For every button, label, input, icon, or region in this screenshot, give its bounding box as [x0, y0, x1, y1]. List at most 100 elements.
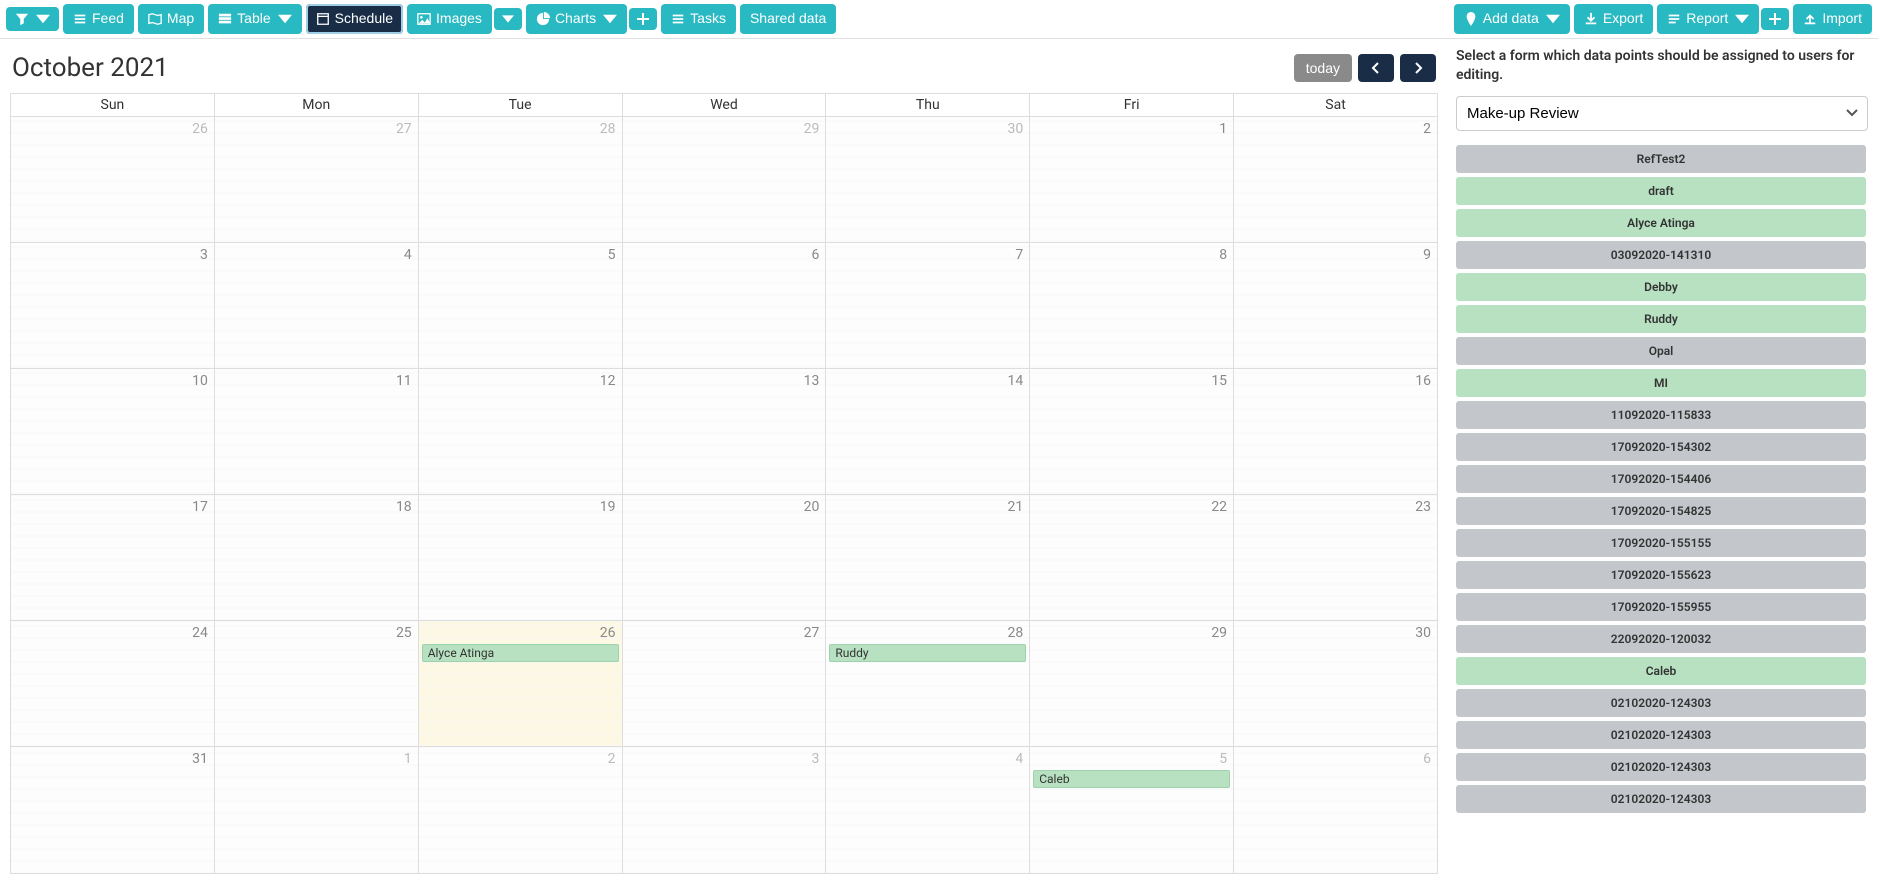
calendar-event[interactable]: Ruddy	[829, 644, 1026, 662]
datapoint-item[interactable]: Debby	[1456, 273, 1866, 301]
form-select[interactable]: Make-up Review	[1456, 96, 1868, 131]
images-dropdown-button[interactable]	[494, 8, 522, 30]
calendar-day-number: 19	[600, 499, 616, 515]
datapoint-item[interactable]: 03092020-141310	[1456, 241, 1866, 269]
datapoint-item[interactable]: Alyce Atinga	[1456, 209, 1866, 237]
calendar-day-number: 21	[1007, 499, 1023, 515]
calendar-day-cell[interactable]: 6	[1234, 747, 1438, 873]
calendar-day-number: 2	[608, 751, 616, 767]
datapoint-item[interactable]: 02102020-124303	[1456, 785, 1866, 813]
map-button[interactable]: Map	[138, 4, 204, 34]
next-month-button[interactable]	[1400, 54, 1436, 82]
tasks-label: Tasks	[690, 9, 726, 29]
calendar-day-cell[interactable]: 27	[622, 621, 826, 747]
calendar-day-cell[interactable]: 2	[1234, 116, 1438, 242]
datapoint-item[interactable]: 17092020-154825	[1456, 497, 1866, 525]
calendar-day-cell[interactable]: 30	[1234, 621, 1438, 747]
calendar-day-cell[interactable]: 11	[214, 368, 418, 494]
import-button[interactable]: Import	[1793, 4, 1872, 34]
calendar-day-cell[interactable]: 8	[1030, 242, 1234, 368]
table-button[interactable]: Table	[208, 4, 301, 34]
datapoint-item[interactable]: draft	[1456, 177, 1866, 205]
calendar-day-cell[interactable]: 31	[11, 747, 215, 873]
datapoint-list[interactable]: RefTest2 draft Alyce Atinga 03092020-141310…	[1456, 145, 1868, 874]
images-button[interactable]: Images	[407, 4, 492, 34]
calendar-day-cell[interactable]: 20	[622, 495, 826, 621]
calendar-day-cell[interactable]: 24	[11, 621, 215, 747]
datapoint-item[interactable]: RefTest2	[1456, 145, 1866, 173]
datapoint-item[interactable]: 17092020-155955	[1456, 593, 1866, 621]
filter-button[interactable]	[6, 7, 59, 31]
shared-data-button[interactable]: Shared data	[740, 4, 836, 34]
datapoint-item[interactable]: 22092020-120032	[1456, 625, 1866, 653]
datapoint-item[interactable]: 17092020-154302	[1456, 433, 1866, 461]
calendar-day-number: 3	[200, 247, 208, 263]
caret-down-icon	[36, 12, 50, 26]
calendar-day-cell[interactable]: 26Alyce Atinga	[418, 621, 622, 747]
calendar-day-cell[interactable]: 29	[622, 116, 826, 242]
datapoint-item[interactable]: Opal	[1456, 337, 1866, 365]
calendar-day-cell[interactable]: 4	[826, 747, 1030, 873]
datapoint-item[interactable]: 17092020-154406	[1456, 465, 1866, 493]
calendar-day-cell[interactable]: 26	[11, 116, 215, 242]
tasks-button[interactable]: Tasks	[661, 4, 736, 34]
calendar-day-cell[interactable]: 12	[418, 368, 622, 494]
calendar-day-cell[interactable]: 14	[826, 368, 1030, 494]
tasks-icon	[671, 12, 685, 26]
export-button[interactable]: Export	[1574, 4, 1653, 34]
add-report-button[interactable]	[1761, 8, 1789, 30]
calendar-day-number: 1	[1219, 121, 1227, 137]
feed-button[interactable]: Feed	[63, 4, 134, 34]
calendar-day-cell[interactable]: 22	[1030, 495, 1234, 621]
calendar-day-cell[interactable]: 1	[1030, 116, 1234, 242]
calendar-day-cell[interactable]: 10	[11, 368, 215, 494]
calendar-day-cell[interactable]: 4	[214, 242, 418, 368]
calendar-day-cell[interactable]: 29	[1030, 621, 1234, 747]
calendar-day-cell[interactable]: 1	[214, 747, 418, 873]
calendar-day-cell[interactable]: 17	[11, 495, 215, 621]
report-button[interactable]: Report	[1657, 4, 1759, 34]
calendar-event[interactable]: Caleb	[1033, 770, 1230, 788]
calendar-day-cell[interactable]: 5	[418, 242, 622, 368]
datapoint-item[interactable]: Ruddy	[1456, 305, 1866, 333]
caret-down-icon	[1546, 12, 1560, 26]
charts-button[interactable]: Charts	[526, 4, 627, 34]
calendar-day-cell[interactable]: 3	[11, 242, 215, 368]
calendar-day-cell[interactable]: 27	[214, 116, 418, 242]
calendar-day-number: 6	[812, 247, 820, 263]
calendar-day-cell[interactable]: 30	[826, 116, 1030, 242]
calendar-day-cell[interactable]: 15	[1030, 368, 1234, 494]
datapoint-item[interactable]: 02102020-124303	[1456, 689, 1866, 717]
calendar-event[interactable]: Alyce Atinga	[422, 644, 619, 662]
calendar-day-cell[interactable]: 6	[622, 242, 826, 368]
report-label: Report	[1686, 9, 1728, 29]
add-chart-button[interactable]	[629, 8, 657, 30]
calendar-day-cell[interactable]: 28	[418, 116, 622, 242]
calendar-day-cell[interactable]: 28Ruddy	[826, 621, 1030, 747]
calendar-day-cell[interactable]: 13	[622, 368, 826, 494]
calendar-day-cell[interactable]: 3	[622, 747, 826, 873]
schedule-button[interactable]: Schedule	[306, 4, 403, 34]
calendar-day-cell[interactable]: 25	[214, 621, 418, 747]
add-data-button[interactable]: Add data	[1454, 4, 1570, 34]
datapoint-item[interactable]: Caleb	[1456, 657, 1866, 685]
datapoint-item[interactable]: 02102020-124303	[1456, 753, 1866, 781]
calendar-day-cell[interactable]: 21	[826, 495, 1030, 621]
pin-icon	[1464, 12, 1478, 26]
calendar-day-cell[interactable]: 2	[418, 747, 622, 873]
datapoint-item[interactable]: 17092020-155623	[1456, 561, 1866, 589]
calendar-day-cell[interactable]: 18	[214, 495, 418, 621]
prev-month-button[interactable]	[1358, 54, 1394, 82]
datapoint-item[interactable]: 02102020-124303	[1456, 721, 1866, 749]
calendar-day-cell[interactable]: 16	[1234, 368, 1438, 494]
calendar-day-cell[interactable]: 23	[1234, 495, 1438, 621]
calendar-day-cell[interactable]: 7	[826, 242, 1030, 368]
today-button[interactable]: today	[1294, 54, 1352, 82]
calendar-day-number: 14	[1007, 373, 1023, 389]
datapoint-item[interactable]: MI	[1456, 369, 1866, 397]
datapoint-item[interactable]: 11092020-115833	[1456, 401, 1866, 429]
calendar-day-cell[interactable]: 19	[418, 495, 622, 621]
datapoint-item[interactable]: 17092020-155155	[1456, 529, 1866, 557]
calendar-day-cell[interactable]: 5Caleb	[1030, 747, 1234, 873]
calendar-day-cell[interactable]: 9	[1234, 242, 1438, 368]
